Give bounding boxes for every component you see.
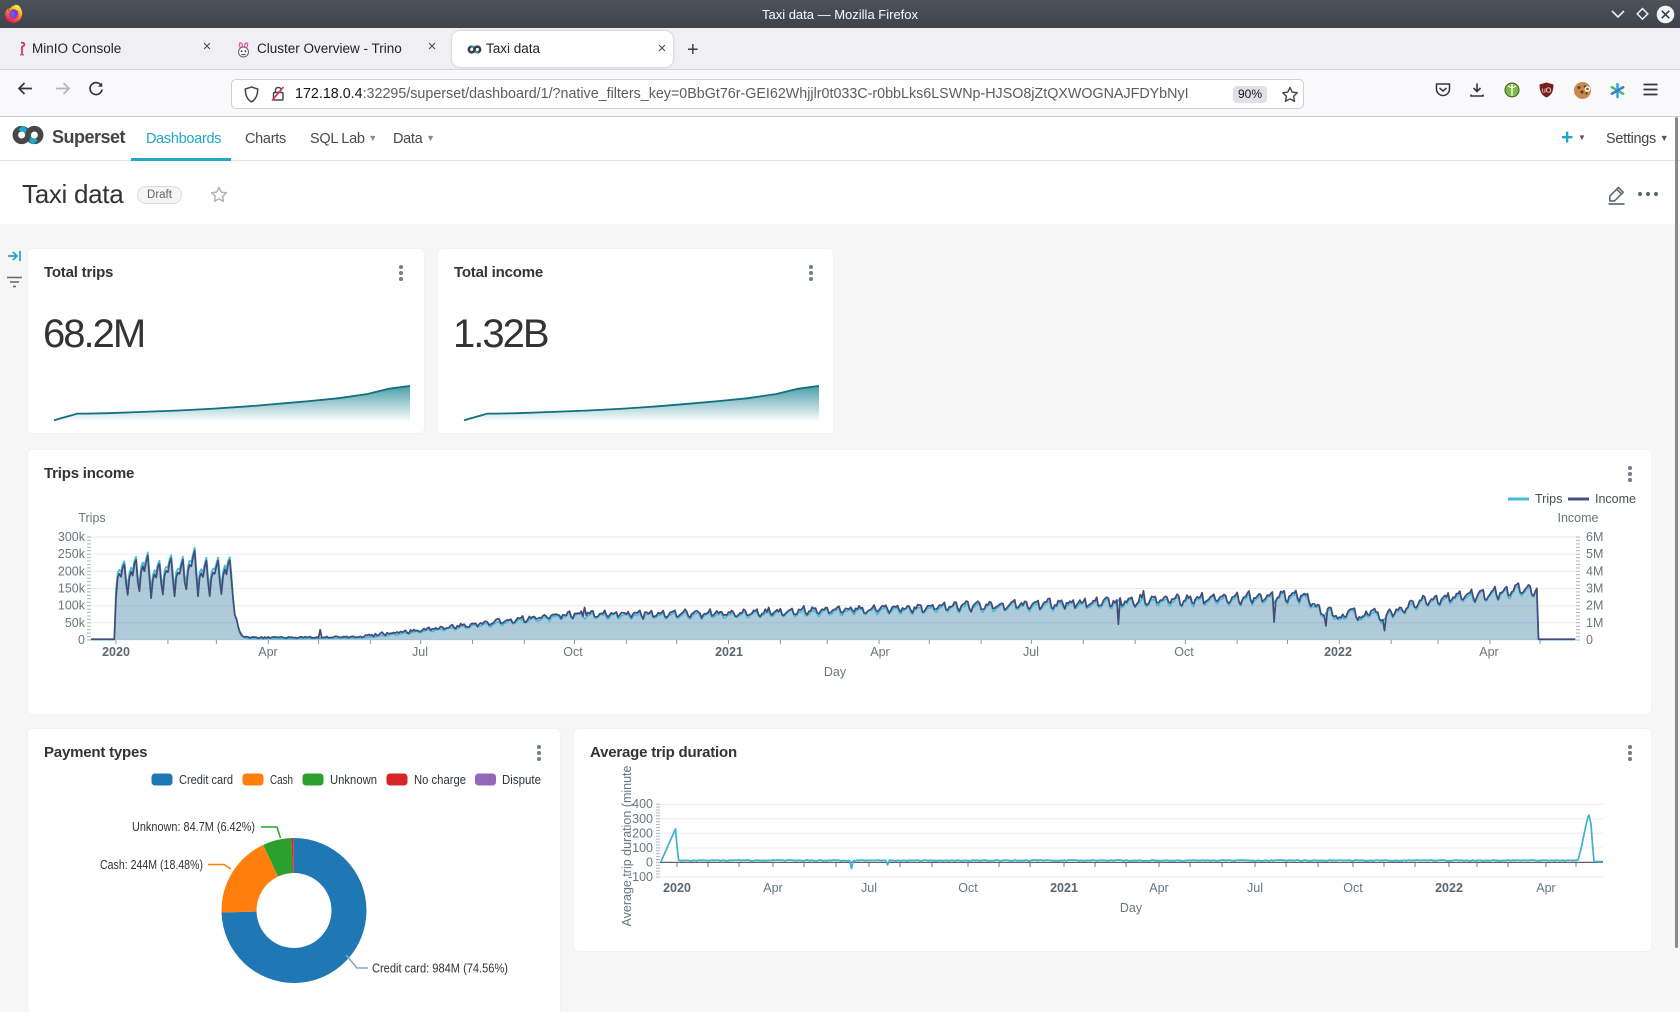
- svg-text:uO: uO: [1542, 88, 1552, 95]
